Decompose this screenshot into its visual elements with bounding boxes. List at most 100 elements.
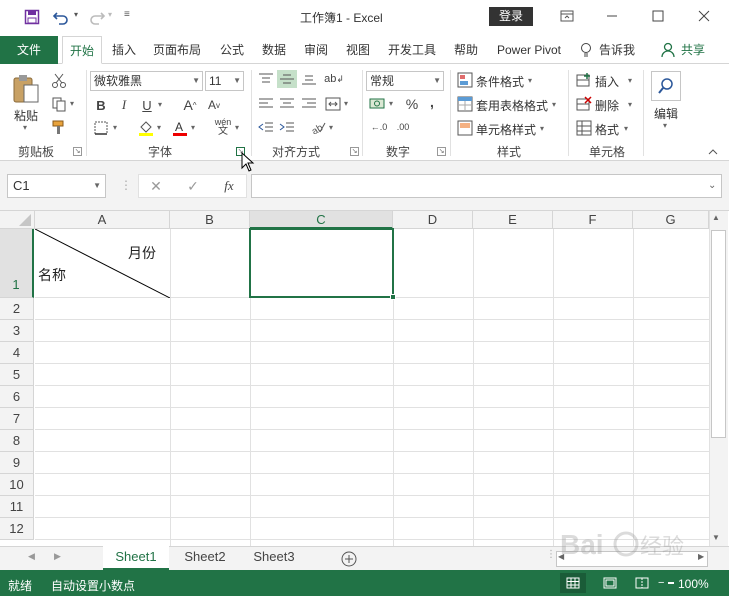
chevron-down-icon[interactable]: ▾ [628, 100, 632, 109]
select-all-corner[interactable] [0, 211, 35, 229]
zoom-slider[interactable] [668, 582, 674, 584]
row-header-12[interactable]: 12 [0, 518, 34, 540]
cell-a1[interactable]: 月份 名称 [35, 229, 170, 298]
font-name-combo[interactable]: 微软雅黑 ▼ [90, 71, 203, 91]
row-header-7[interactable]: 7 [0, 408, 34, 430]
scroll-down-icon[interactable]: ▼ [712, 533, 720, 542]
scroll-left-icon[interactable]: ◀ [558, 552, 564, 561]
pinyin-dropdown-icon[interactable]: ▾ [235, 123, 239, 132]
percent-style-button[interactable]: % [403, 95, 421, 113]
normal-view-icon[interactable] [560, 573, 586, 593]
page-break-preview-icon[interactable] [632, 573, 652, 593]
insert-function-button[interactable]: fx [217, 174, 241, 198]
delete-cells-button[interactable]: 删除 [595, 97, 619, 114]
insert-cells-button[interactable]: 插入 [595, 73, 619, 90]
save-icon[interactable] [22, 7, 42, 27]
align-bottom-icon[interactable] [299, 70, 319, 88]
chevron-down-icon[interactable]: ▾ [528, 76, 532, 85]
collapse-ribbon-icon[interactable] [706, 146, 720, 158]
maximize-icon[interactable] [644, 6, 672, 28]
font-size-combo[interactable]: 11 ▼ [205, 71, 244, 91]
chevron-down-icon[interactable]: ▾ [540, 124, 544, 133]
share-button[interactable]: 共享 [678, 36, 708, 64]
fill-handle[interactable] [390, 294, 396, 300]
name-box[interactable]: C1 ▼ [7, 174, 106, 198]
sheet-splitter-icon[interactable]: ⋮ [546, 549, 556, 560]
scroll-up-icon[interactable]: ▲ [712, 213, 720, 222]
tab-file[interactable]: 文件 [0, 36, 58, 64]
font-color-icon[interactable]: A [170, 119, 190, 137]
row-header-2[interactable]: 2 [0, 298, 34, 320]
format-cells-button[interactable]: 格式 [595, 121, 619, 138]
underline-dropdown-icon[interactable]: ▾ [158, 100, 162, 109]
italic-button[interactable]: I [115, 96, 133, 114]
column-header-a[interactable]: A [35, 211, 170, 229]
fill-color-dropdown-icon[interactable]: ▾ [157, 123, 161, 132]
decrease-decimal-button[interactable]: .00 [392, 118, 414, 136]
cell-styles-button[interactable]: 单元格样式 [476, 121, 536, 138]
shrink-font-button[interactable]: Av [204, 96, 224, 114]
zoom-out-icon[interactable]: − [658, 577, 664, 589]
orientation-icon[interactable]: ab [308, 118, 328, 136]
merge-dropdown-icon[interactable]: ▾ [344, 99, 348, 108]
formula-input[interactable] [251, 174, 722, 198]
prev-sheet-icon[interactable]: ◀ [28, 551, 35, 562]
row-header-1[interactable]: 1 [0, 229, 34, 298]
alignment-launcher-icon[interactable]: ↘ [350, 147, 359, 156]
tab-insert[interactable]: 插入 [104, 36, 144, 64]
column-header-d[interactable]: D [393, 211, 473, 229]
tab-view[interactable]: 视图 [338, 36, 378, 64]
column-header-f[interactable]: F [553, 211, 633, 229]
undo-icon[interactable] [50, 7, 72, 27]
pinyin-guide-icon[interactable]: wén 文 [212, 117, 234, 137]
minimize-icon[interactable] [598, 6, 626, 28]
increase-indent-icon[interactable] [277, 118, 297, 136]
tab-formulas[interactable]: 公式 [212, 36, 252, 64]
vertical-scroll-thumb[interactable] [711, 230, 726, 438]
number-launcher-icon[interactable]: ↘ [437, 147, 446, 156]
merge-center-icon[interactable] [323, 95, 343, 113]
next-sheet-icon[interactable]: ▶ [54, 551, 61, 562]
copy-icon[interactable] [50, 95, 68, 113]
align-left-icon[interactable] [256, 95, 276, 113]
clipboard-launcher-icon[interactable]: ↘ [73, 147, 82, 156]
number-format-combo[interactable]: 常规 ▼ [366, 71, 444, 91]
row-header-9[interactable]: 9 [0, 452, 34, 474]
comma-style-button[interactable]: , [425, 93, 439, 111]
column-header-g[interactable]: G [633, 211, 709, 229]
column-header-b[interactable]: B [170, 211, 250, 229]
font-color-dropdown-icon[interactable]: ▾ [191, 123, 195, 132]
undo-dropdown-icon[interactable]: ▾ [74, 10, 78, 19]
row-header-3[interactable]: 3 [0, 320, 34, 342]
row-header-4[interactable]: 4 [0, 342, 34, 364]
chevron-down-icon[interactable]: ▾ [663, 121, 667, 130]
align-center-icon[interactable] [277, 95, 297, 113]
login-button[interactable]: 登录 [489, 7, 533, 26]
row-header-11[interactable]: 11 [0, 496, 34, 518]
fill-color-icon[interactable] [136, 119, 156, 137]
close-icon[interactable] [690, 6, 718, 28]
tab-review[interactable]: 审阅 [296, 36, 336, 64]
add-sheet-icon[interactable] [340, 550, 358, 568]
align-middle-icon[interactable] [277, 70, 297, 88]
row-header-8[interactable]: 8 [0, 430, 34, 452]
paste-button[interactable]: 粘贴 [14, 107, 38, 124]
orientation-dropdown-icon[interactable]: ▾ [329, 123, 333, 132]
align-right-icon[interactable] [299, 95, 319, 113]
conditional-formatting-button[interactable]: 条件格式 [476, 73, 524, 90]
page-layout-view-icon[interactable] [600, 573, 620, 593]
tab-power-pivot[interactable]: Power Pivot [490, 36, 568, 64]
copy-dropdown-icon[interactable]: ▾ [70, 99, 74, 108]
align-top-icon[interactable] [256, 70, 276, 88]
format-as-table-button[interactable]: 套用表格格式 [476, 97, 548, 114]
insert-cells-icon[interactable] [575, 71, 593, 89]
row-header-10[interactable]: 10 [0, 474, 34, 496]
format-cells-icon[interactable] [575, 119, 593, 137]
tab-help[interactable]: 帮助 [446, 36, 486, 64]
cell-styles-icon[interactable] [456, 119, 474, 137]
bold-button[interactable]: B [92, 96, 110, 114]
scroll-right-icon[interactable]: ▶ [698, 552, 704, 561]
horizontal-scrollbar[interactable] [556, 551, 708, 567]
tab-home[interactable]: 开始 [62, 36, 102, 64]
tab-page-layout[interactable]: 页面布局 [148, 36, 206, 64]
